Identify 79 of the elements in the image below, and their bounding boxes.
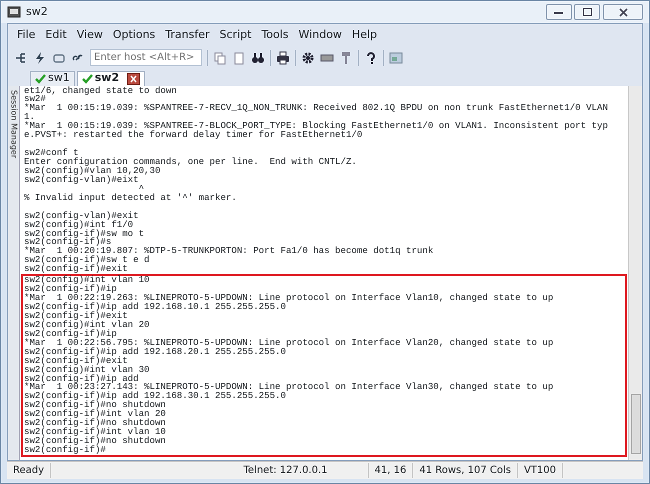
menu-item[interactable]: View [72,26,108,44]
terminal-line: sw2(config-if)#ip [24,285,117,294]
print-icon[interactable] [276,50,290,64]
menu-item[interactable]: Transfer [160,26,215,44]
menu-item[interactable]: Window [294,26,347,44]
terminal-line: 1. [24,113,35,122]
terminal-line: sw2(config)#int vlan 20 [24,320,151,330]
terminal-line: sw2(config-if)# [24,446,106,455]
terminal-line: sw2(config)#vlan 10,20,30 [24,166,160,176]
terminal-line: sw2(config-if)#sw t e d [24,256,151,266]
terminal-line: sw2(config-if)#ip add 192.168.10.1 255.255.255.0 [24,303,286,312]
terminal-line: *Mar 1 00:15:19.039: %SPANTREE-7-BLOCK_PORT_TYPE: Blocking FastEthernet1/0 on VLAN1. Inconsistent port typ [24,122,609,132]
settings-icon[interactable] [301,50,315,64]
terminal-line: sw2(config)#int vlan 10 [24,276,151,286]
binoculars-icon[interactable] [251,50,265,64]
terminal-line: sw2(config-if)#ip [24,330,117,339]
terminal-line: sw2(config-if)#ip add 192.168.20.1 255.255.255.0 [24,348,286,357]
terminal-line: sw2(config-if)#int vlan 10 [24,428,167,438]
terminal-line: Enter configuration commands, one per line. End with CNTL/Z. [24,158,358,167]
help-icon[interactable] [364,50,378,64]
tab[interactable]: sw1 [30,70,75,86]
minimize-icon [554,10,563,14]
terminal-line: sw2(config-if)#exit [24,312,128,321]
terminal-line: % Invalid input detected at '^' marker. [24,194,238,203]
terminal-line: *Mar 1 00:15:19.039: %SPANTREE-7-RECV_1Q_NON_TRUNK: Received 802.1Q BPDU on non trunk FastEthernet1/0 VLAN [24,104,609,114]
session-manager-label: Session Manager [8,90,20,158]
status-text: Telnet: 127.0.0.1 [238,463,369,478]
close-icon[interactable] [127,72,140,84]
menu-item[interactable]: Tools [256,26,294,44]
terminal-line: *Mar 1 00:22:56.795: %LINEPROTO-5-UPDOWN: Line protocol on Interface Vlan20, changed state to up [24,338,554,348]
terminal-line: e.PVST+: restarted the forward delay timer for FastEthernet1/0 [24,131,364,140]
status-text: VT100 [518,463,563,478]
check-icon [35,74,46,84]
menu-item[interactable]: File [12,26,40,44]
terminal-line: sw2(config)#int vlan 30 [24,366,151,374]
window-icon[interactable] [389,50,403,64]
lightning-icon[interactable] [33,50,47,64]
menu-item[interactable]: Options [108,26,160,44]
terminal-line: sw2(config-if)#ip add 192.168.30.1 255.255.255.0 [24,392,286,402]
status-text: 41 Rows, 107 Cols [413,463,518,478]
scroll-thumb[interactable] [630,394,640,454]
maximize-button[interactable] [574,4,600,20]
menu-item[interactable]: Edit [40,26,72,44]
terminal-line: sw2(config-if)#int vlan 20 [24,410,167,420]
terminal-line: sw2(config-if)#no shutdown [24,437,167,446]
terminal-line: sw2(config-if)#exit [24,356,128,366]
terminal-line: sw2# [24,95,46,104]
menu-item[interactable]: Help [346,26,382,44]
terminal-line: sw2(config-vlan)#eixt [24,176,139,185]
paste-icon[interactable] [232,50,246,64]
check-icon [82,74,93,84]
menu-item[interactable]: Script [214,26,256,44]
terminal-line: sw2(config-if)#exit [24,265,129,274]
terminal-line: sw2#conf t [24,149,79,158]
terminal-line: sw2(config-if)#no shutdown [24,419,167,428]
minimize-button[interactable] [546,4,572,20]
maximize-icon [582,8,592,16]
terminal-line: ^ [138,184,144,194]
terminal-line: *Mar 1 00:23:27.143: %LINEPROTO-5-UPDOWN: Line protocol on Interface Vlan30, changed state to up [24,383,554,392]
terminal-line: *Mar 1 00:20:19.807: %DTP-5-TRUNKPORTON: Port Fa1/0 has become dot1q trunk [24,247,434,256]
close-button[interactable] [603,4,643,20]
session-manager-bar[interactable]: Session Manager [8,86,20,460]
window-title: sw2 [26,4,48,20]
terminal-line: sw2(config-if)#sw mo t [24,230,146,238]
terminal-line: *Mar 1 00:22:19.263: %LINEPROTO-5-UPDOWN: Line protocol on Interface Vlan10, changed state to up [24,294,554,303]
terminal-line: sw2(config-if)#no shutdown [24,401,167,410]
terminal-line: sw2(config-if)#ip add [24,374,140,384]
scrollbar[interactable] [628,86,642,460]
terminal-line: et1/6, changed state to down [24,86,178,96]
status-text: 41, 16 [368,463,414,478]
terminal-icon [7,5,21,19]
close-icon [618,8,628,16]
host-field[interactable]: Enter host <Alt+R> [90,49,202,66]
copy-icon[interactable] [213,50,227,64]
terminal-line: sw2(config-if)#s [24,238,112,248]
tab[interactable]: sw2 [76,70,146,86]
terminal-line: sw2(config-vlan)#exit [24,212,140,221]
terminal-line: sw2(config)#int f1/0 [24,220,134,230]
status-text: Ready [7,463,52,478]
